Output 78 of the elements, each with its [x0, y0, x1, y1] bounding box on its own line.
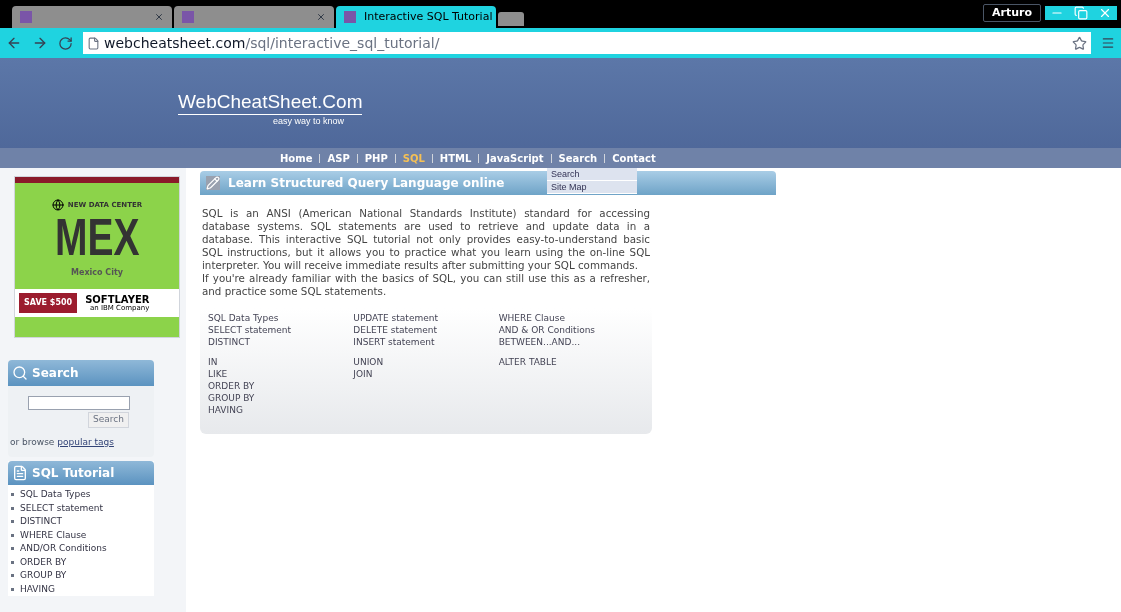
reload-icon[interactable] — [58, 35, 73, 51]
ad-city: Mexico City — [71, 267, 123, 279]
tutorial-link[interactable]: AND/OR Conditions — [20, 542, 107, 556]
user-name[interactable]: Arturo — [983, 3, 1041, 22]
popular-tags-link[interactable]: popular tags — [57, 436, 114, 447]
topic-link[interactable]: UNION — [353, 356, 499, 368]
menu-item[interactable]: Site Map — [547, 181, 637, 194]
tab-title: Interactive SQL Tutorial — [364, 8, 493, 25]
bullet-icon — [11, 560, 14, 564]
favicon-icon — [20, 11, 32, 23]
menu-item[interactable]: Search — [547, 168, 637, 181]
nav-link[interactable]: Contact — [612, 150, 656, 166]
document-icon — [12, 465, 28, 481]
bullet-icon — [11, 520, 14, 524]
site-tagline: easy way to know — [273, 114, 345, 128]
tutorial-link[interactable]: SELECT statement — [20, 501, 104, 515]
browser-tab[interactable]: Interactive SQL Tutorial — [336, 6, 496, 28]
bullet-icon — [11, 587, 14, 591]
page-icon — [87, 36, 100, 50]
topic-link[interactable]: SQL Data Types — [208, 312, 354, 324]
nav-link[interactable]: HTML — [439, 150, 472, 166]
search-button[interactable]: Search — [88, 412, 129, 428]
browse-text: or browse — [10, 436, 56, 447]
panel-title: SQL Tutorial — [32, 465, 115, 482]
nav-link[interactable]: PHP — [364, 150, 388, 166]
forward-icon[interactable] — [32, 35, 48, 51]
topic-link[interactable]: BETWEEN...AND... — [498, 336, 644, 348]
favicon-icon — [344, 11, 356, 23]
topic-link[interactable]: HAVING — [208, 404, 354, 416]
tutorial-link[interactable]: SQL Data Types — [20, 488, 91, 502]
back-icon[interactable] — [6, 35, 22, 51]
topic-link[interactable]: WHERE Clause — [498, 312, 644, 324]
tutorial-link[interactable]: HAVING — [20, 582, 55, 596]
bullet-icon — [11, 506, 14, 510]
topic-link[interactable]: LIKE — [208, 368, 354, 380]
topic-link[interactable]: JOIN — [353, 368, 499, 380]
search-icon — [12, 365, 28, 381]
topic-link[interactable]: ORDER BY — [208, 380, 354, 392]
menu-icon[interactable] — [1101, 36, 1115, 50]
globe-icon — [51, 199, 64, 211]
section-title: Learn Structured Query Language online — [228, 175, 505, 192]
close-icon[interactable] — [1098, 6, 1112, 20]
favicon-icon — [182, 11, 194, 23]
close-icon[interactable] — [154, 12, 164, 22]
ad-headline: MEX — [54, 211, 140, 263]
panel-title: Search — [32, 365, 79, 382]
tutorial-link[interactable]: WHERE Clause — [20, 528, 87, 542]
topic-link[interactable]: SELECT statement — [208, 324, 354, 336]
nav-link[interactable]: Search — [558, 150, 598, 166]
topic-link[interactable]: DELETE statement — [353, 324, 499, 336]
bullet-icon — [11, 547, 14, 551]
tutorial-link[interactable]: DISTINCT — [20, 515, 62, 529]
site-logo[interactable]: WebCheatSheet.Com — [178, 90, 363, 115]
notepad-icon — [206, 176, 220, 190]
topic-link[interactable]: IN — [208, 356, 354, 368]
topic-link[interactable]: AND & OR Conditions — [498, 324, 644, 336]
topic-link[interactable]: INSERT statement — [353, 336, 499, 348]
intro-paragraph: If you're already familiar with the basics of SQL, you can still use this as a refresher, and practice some SQL statements. — [201, 272, 651, 298]
bullet-icon — [11, 574, 14, 578]
ad-offer[interactable]: SAVE $500 — [19, 293, 78, 313]
topic-link[interactable]: GROUP BY — [208, 392, 354, 404]
search-field[interactable] — [28, 396, 130, 410]
address-bar[interactable]: webcheatsheet.com/sql/interactive_sql_tutorial/ — [83, 32, 1091, 54]
nav-link[interactable]: JavaScript — [486, 150, 544, 166]
close-icon[interactable] — [316, 12, 326, 22]
bullet-icon — [11, 533, 14, 537]
bullet-icon — [11, 493, 14, 497]
ad-brand: SOFTLAYER — [85, 294, 150, 305]
intro-paragraph: SQL is an ANSI (American National Standards Institute) standard for accessing database systems. SQL statements are used to retrieve and update data in a database. This interactive SQL tutorial not only provides easy-to-understand basic SQL instructions, but it allows you to practice what you learn using the on-line SQL interpreter. You will receive immediate results after submitting your SQL commands. — [201, 207, 651, 272]
topic-link[interactable]: DISTINCT — [208, 336, 354, 348]
restore-icon[interactable] — [1074, 6, 1088, 20]
nav-link[interactable]: ASP — [327, 150, 350, 166]
bookmark-star-icon[interactable] — [1072, 35, 1087, 51]
topic-link[interactable]: UPDATE statement — [353, 312, 499, 324]
nav-link[interactable]: Home — [280, 150, 313, 166]
tutorial-link[interactable]: ORDER BY — [20, 555, 67, 569]
topic-link[interactable]: ALTER TABLE — [498, 356, 644, 368]
tutorial-link[interactable]: GROUP BY — [20, 569, 67, 583]
